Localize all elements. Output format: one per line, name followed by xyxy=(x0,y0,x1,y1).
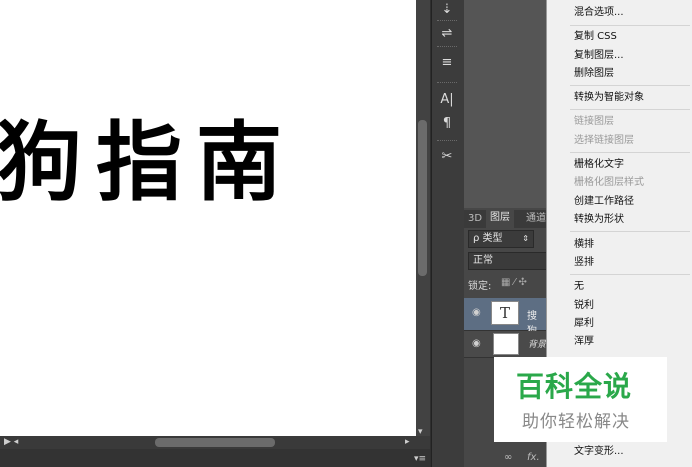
menu-item-antialias-strong[interactable]: 浑厚 xyxy=(574,336,594,348)
menu-item-convert-smart-object[interactable]: 转换为智能对象 xyxy=(574,92,644,104)
tab-3d[interactable]: 3D xyxy=(468,211,482,227)
layer-filter-select[interactable]: ρ 类型 ⇕ xyxy=(468,230,534,248)
menu-separator xyxy=(570,85,690,86)
menu-separator xyxy=(570,25,690,26)
layer-name[interactable]: 背景 xyxy=(528,337,546,350)
menu-item-blending-options[interactable]: 混合选项... xyxy=(574,7,624,19)
menu-item-duplicate-layer[interactable]: 复制图层... xyxy=(574,50,624,62)
horizontal-scroll-thumb[interactable] xyxy=(155,438,275,447)
menu-item-select-linked-layers: 选择链接图层 xyxy=(574,135,634,146)
menu-item-rasterize-type[interactable]: 栅格化文字 xyxy=(574,159,624,171)
menu-item-antialias-crisp[interactable]: 犀利 xyxy=(574,318,594,330)
menu-item-link-layers: 链接图层 xyxy=(574,116,614,127)
blend-mode-select[interactable]: 正常 xyxy=(468,252,552,270)
filter-label: ρ 类型 xyxy=(473,233,503,244)
canvas-text-layer[interactable]: 狗指南 xyxy=(0,120,296,206)
background-thumbnail xyxy=(493,333,519,355)
watermark-title: 百科全说 xyxy=(516,370,633,403)
tab-channels[interactable]: 通道 xyxy=(526,211,546,227)
layer-row-background[interactable]: ◉ 背景 xyxy=(464,331,546,358)
align-icon[interactable]: ≡ xyxy=(437,53,457,73)
document-canvas[interactable]: 狗指南 xyxy=(0,0,416,436)
lock-icons[interactable]: ▦ ⁄ ✣ xyxy=(501,277,527,288)
menu-item-rasterize-layer-style: 栅格化图层样式 xyxy=(574,177,644,188)
panel-menu-icon[interactable]: ▾≡ xyxy=(414,455,426,464)
fx-icon[interactable]: fx. xyxy=(527,452,540,463)
layer-row-text[interactable]: ◉ T 搜狗 xyxy=(464,298,546,337)
grip-divider xyxy=(437,140,457,143)
text-layer-thumbnail: T xyxy=(491,301,519,325)
tab-layers[interactable]: 图层 xyxy=(486,210,514,228)
menu-separator xyxy=(570,231,690,232)
menu-item-create-work-path[interactable]: 创建工作路径 xyxy=(574,196,634,208)
menu-separator xyxy=(570,274,690,275)
panel-empty-area xyxy=(464,0,546,208)
visibility-eye-icon[interactable]: ◉ xyxy=(472,307,481,318)
grip-divider xyxy=(437,82,457,85)
watermark-subtitle: 助你轻松解决 xyxy=(522,412,630,432)
tools-icon[interactable]: ✂ xyxy=(437,147,457,167)
select-arrow-icon: ⇕ xyxy=(522,234,529,243)
paragraph-icon[interactable]: ¶ xyxy=(437,114,457,134)
menu-item-vertical[interactable]: 竖排 xyxy=(574,257,594,269)
scroll-down-icon[interactable]: ▾ xyxy=(418,428,423,437)
menu-item-copy-css[interactable]: 复制 CSS xyxy=(574,31,617,43)
menu-item-horizontal[interactable]: 横排 xyxy=(574,239,594,251)
adjust-icon[interactable]: ⇌ xyxy=(437,24,457,44)
visibility-eye-icon[interactable]: ◉ xyxy=(472,338,481,349)
menu-item-antialias-none[interactable]: 无 xyxy=(574,281,584,293)
scroll-right-icon[interactable]: ▸ xyxy=(405,438,410,447)
menu-separator xyxy=(570,152,690,153)
menu-item-convert-to-shape[interactable]: 转换为形状 xyxy=(574,214,624,226)
vertical-scroll-thumb[interactable] xyxy=(418,120,427,276)
grip-divider xyxy=(437,20,457,23)
brush-cursor-icon[interactable]: ⇣ xyxy=(437,0,457,20)
menu-item-delete-layer[interactable]: 删除图层 xyxy=(574,68,614,80)
menu-item-warp-text[interactable]: 文字变形... xyxy=(574,446,624,458)
menu-separator xyxy=(570,109,690,110)
lock-label: 锁定: xyxy=(468,281,492,292)
menu-item-antialias-sharp[interactable]: 锐利 xyxy=(574,300,594,312)
grip-divider xyxy=(437,46,457,49)
play-icon[interactable]: ▶ ◂ xyxy=(4,438,18,447)
link-layers-icon[interactable]: ∞ xyxy=(504,452,512,463)
character-icon[interactable]: A| xyxy=(437,90,457,110)
